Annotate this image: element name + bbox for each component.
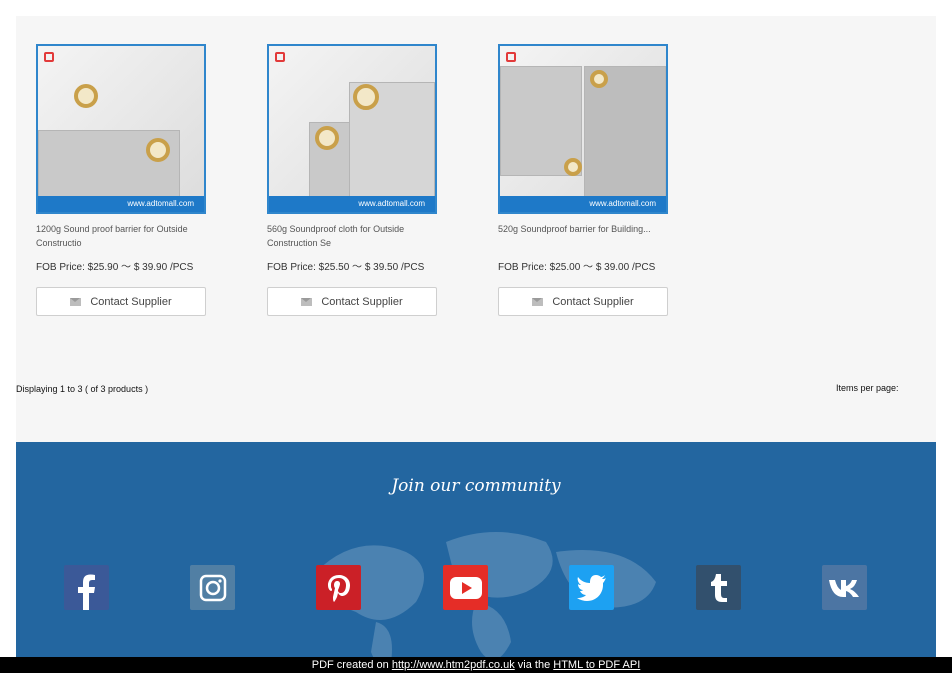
image-watermark: www.adtomall.com (269, 196, 435, 212)
product-title[interactable]: 520g Soundproof barrier for Building... (498, 222, 668, 250)
mail-icon (70, 297, 82, 306)
instagram-button[interactable] (190, 565, 235, 610)
contact-supplier-button[interactable]: Contact Supplier (36, 287, 206, 316)
grommet-icon (590, 70, 608, 88)
contact-supplier-button[interactable]: Contact Supplier (498, 287, 668, 316)
pinterest-icon (327, 574, 350, 602)
product-image[interactable]: www.adtomall.com (498, 44, 668, 214)
pinterest-button[interactable] (316, 565, 361, 610)
twitter-button[interactable] (569, 565, 614, 610)
items-per-page-label: Items per page: (836, 383, 899, 393)
twitter-icon (576, 574, 606, 601)
html-to-pdf-api-link[interactable]: HTML to PDF API (553, 659, 640, 671)
contact-supplier-label: Contact Supplier (321, 295, 403, 308)
grommet-icon (353, 84, 379, 110)
vk-button[interactable] (822, 565, 867, 610)
contact-supplier-label: Contact Supplier (90, 295, 172, 308)
product-price: FOB Price: $25.90 ～ $ 39.90 /PCS (36, 262, 194, 273)
product-card: www.adtomall.com 1200g Sound proof barri… (36, 44, 206, 316)
instagram-icon (199, 574, 226, 601)
facebook-icon (78, 574, 95, 610)
youtube-icon (449, 576, 482, 599)
grommet-icon (74, 84, 98, 108)
brand-logo-icon (44, 52, 54, 62)
product-price: FOB Price: $25.00 ～ $ 39.00 /PCS (498, 262, 656, 273)
vk-icon (828, 579, 859, 597)
brand-logo-icon (506, 52, 516, 62)
image-watermark: www.adtomall.com (500, 196, 666, 212)
facebook-button[interactable] (64, 565, 109, 610)
grommet-icon (564, 158, 582, 176)
tumblr-icon (710, 573, 727, 602)
product-card: www.adtomall.com 560g Soundproof cloth f… (267, 44, 437, 316)
htm2pdf-link[interactable]: http://www.htm2pdf.co.uk (392, 659, 515, 671)
footer-prefix: PDF created on (311, 659, 392, 671)
product-image[interactable]: www.adtomall.com (36, 44, 206, 214)
pagination-status: Displaying 1 to 3 ( of 3 products ) (16, 384, 149, 394)
product-card: www.adtomall.com 520g Soundproof barrier… (498, 44, 668, 316)
community-title: Join our community (391, 476, 561, 496)
mail-icon (301, 297, 313, 306)
image-watermark: www.adtomall.com (38, 196, 204, 212)
product-title[interactable]: 560g Soundproof cloth for Outside Constr… (267, 222, 437, 250)
product-listing: www.adtomall.com 1200g Sound proof barri… (16, 16, 936, 442)
contact-supplier-label: Contact Supplier (552, 295, 634, 308)
brand-logo-icon (275, 52, 285, 62)
product-title[interactable]: 1200g Sound proof barrier for Outside Co… (36, 222, 206, 250)
grommet-icon (315, 126, 339, 150)
footer-middle: via the (514, 659, 554, 671)
contact-supplier-button[interactable]: Contact Supplier (267, 287, 437, 316)
product-price: FOB Price: $25.50 ～ $ 39.50 /PCS (267, 262, 425, 273)
pdf-footer: PDF created on http://www.htm2pdf.co.uk … (0, 657, 952, 673)
product-image[interactable]: www.adtomall.com (267, 44, 437, 214)
mail-icon (532, 297, 544, 306)
community-section: Join our community (16, 442, 936, 657)
grommet-icon (146, 138, 170, 162)
youtube-button[interactable] (443, 565, 488, 610)
tumblr-button[interactable] (696, 565, 741, 610)
